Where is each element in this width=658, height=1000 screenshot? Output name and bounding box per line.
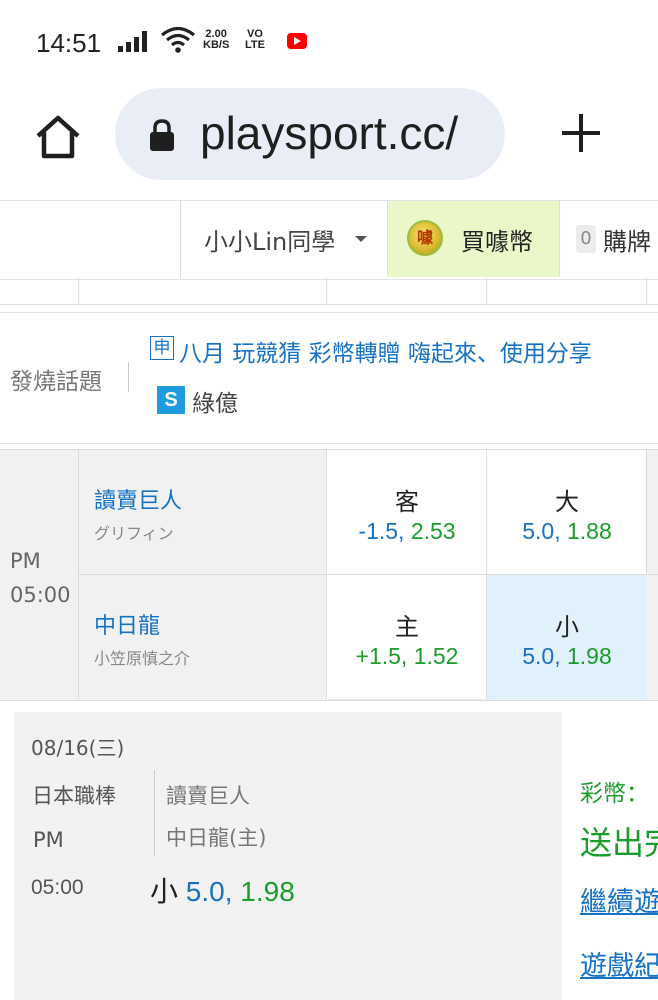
spread-label: 主 (395, 613, 419, 641)
spread-odds-home[interactable]: 主 +1.5, 1.52 (326, 575, 487, 699)
net-rate-unit: KB/S (203, 39, 230, 51)
bet-card-divider (154, 770, 155, 856)
spread-odds: 1.52 (413, 643, 459, 669)
dollar-icon: S (157, 386, 185, 414)
bet-time: 05:00 (31, 876, 84, 899)
total-line: 5.0, (522, 518, 561, 544)
game-time-value: 05:00 (10, 583, 71, 607)
game-time-period: PM (10, 549, 41, 573)
signal-icon (118, 30, 154, 56)
total-label: 大 (555, 488, 579, 516)
bet-pick-label: 小 (150, 875, 179, 908)
total-value: 5.0, 1.88 (487, 518, 647, 545)
spread-odds-away[interactable]: 客 -1.5, 2.53 (326, 450, 487, 574)
grid-line (326, 278, 327, 304)
spread-label: 客 (395, 488, 419, 516)
total-label: 小 (555, 613, 579, 641)
bet-away-team: 讀賣巨人 (166, 784, 250, 808)
hot-topic-user[interactable]: 綠億 (192, 384, 238, 418)
cart-link[interactable]: 購牌 (603, 222, 651, 257)
volte-bottom: LTE (245, 39, 265, 51)
nav-divider (180, 200, 181, 278)
coins-label: 彩幣： (580, 781, 649, 807)
grid-line (646, 278, 647, 304)
net-rate: 2.00 KB/S (203, 29, 229, 51)
bet-league: 日本職棒 (32, 784, 116, 808)
lock-icon (148, 118, 176, 156)
apply-badge-icon: 申 (150, 336, 174, 360)
total-odds-over[interactable]: 大 5.0, 1.88 (486, 450, 647, 574)
pitcher-name: 小笠原慎之介 (94, 649, 191, 668)
grid-line (78, 278, 79, 304)
total-odds: 1.88 (567, 518, 612, 544)
spread-odds: 2.53 (410, 518, 456, 544)
bet-period: PM (33, 828, 64, 852)
status-time: 14:51 (36, 28, 102, 58)
buy-coins-label[interactable]: 買噱幣 (461, 222, 533, 257)
url-text[interactable]: playsport.cc/ (200, 106, 490, 160)
home-icon (36, 115, 80, 159)
sent-status: 送出完 (580, 824, 658, 862)
bet-pick: 小 5.0, 1.98 (150, 870, 295, 910)
hot-topics-divider (128, 362, 129, 392)
user-menu[interactable]: 小小Lin同學 (204, 222, 335, 257)
home-button[interactable] (30, 110, 86, 166)
plus-icon (562, 114, 600, 152)
wifi-icon (160, 26, 196, 58)
bet-date: 08/16(三) (31, 736, 125, 760)
total-value: 5.0, 1.98 (487, 643, 647, 670)
status-bar: 14:51 2.00 KB/S VO LTE (0, 0, 658, 86)
spread-line: -1.5, (358, 518, 405, 544)
game-record-link[interactable]: 遊戲紀 (580, 944, 658, 983)
team-cell-home: 中日龍 小笠原慎之介 (78, 575, 327, 699)
chevron-down-icon[interactable] (355, 236, 367, 242)
spread-value: -1.5, 2.53 (327, 518, 487, 545)
continue-game-link[interactable]: 繼續遊 (580, 880, 658, 919)
cart-count-badge: 0 (576, 225, 596, 253)
pitcher-name: グリフィン (94, 524, 174, 543)
bet-pick-line: 5.0, (185, 876, 233, 907)
new-tab-button[interactable] (556, 108, 606, 158)
team-name[interactable]: 讀賣巨人 (94, 483, 182, 515)
total-odds: 1.98 (567, 643, 612, 669)
grid-line (0, 304, 658, 305)
hot-topic-link[interactable]: 八月 玩競猜 彩幣轉贈 嗨起來、使用分享 (179, 334, 592, 368)
team-cell-away: 讀賣巨人 グリフィン (78, 450, 327, 574)
game-time: PM 05:00 (10, 544, 71, 612)
bet-home-team: 中日龍(主) (166, 826, 267, 850)
youtube-icon (287, 33, 307, 49)
team-name[interactable]: 中日龍 (94, 608, 160, 640)
spread-line: +1.5, (355, 643, 408, 669)
bet-pick-odds: 1.98 (240, 876, 295, 907)
spread-value: +1.5, 1.52 (327, 643, 487, 670)
hot-topics-label: 發燒話題 (10, 369, 102, 395)
volte-indicator: VO LTE (245, 29, 265, 51)
total-odds-under[interactable]: 小 5.0, 1.98 (486, 575, 647, 699)
coin-icon: 噱 (407, 220, 443, 256)
total-line: 5.0, (522, 643, 561, 669)
grid-line (486, 278, 487, 304)
